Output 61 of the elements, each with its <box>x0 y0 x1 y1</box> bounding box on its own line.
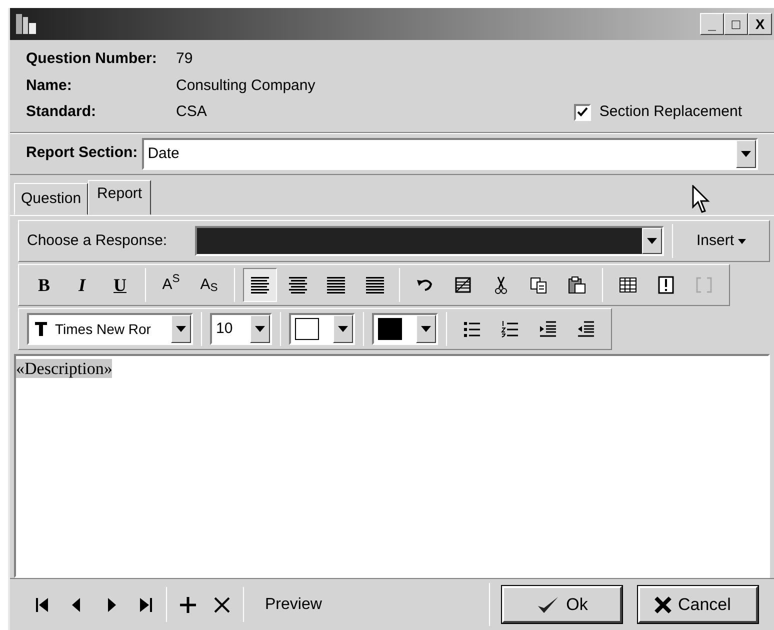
dropdown-arrow-icon <box>741 150 751 156</box>
justify-icon <box>326 275 346 295</box>
field-label: Report Section: <box>26 143 138 164</box>
checkmark-icon <box>577 107 588 118</box>
description-placeholder: «Description» <box>16 359 112 378</box>
preview-button[interactable]: Preview <box>248 588 339 622</box>
numbered-list-icon <box>500 319 520 339</box>
outdent-icon <box>576 319 596 339</box>
dropdown-arrow-icon <box>338 326 348 332</box>
superscript-button[interactable]: A$^{S}$ <box>154 268 188 302</box>
minimize-button[interactable]: _ <box>700 13 724 35</box>
bullet-list-icon <box>462 319 482 339</box>
align-left-icon <box>250 275 270 295</box>
font-size-dropdown[interactable]: 10 <box>210 313 272 345</box>
field-label: Name: <box>26 76 73 96</box>
cancel-icon <box>654 596 672 614</box>
indent-icon <box>538 319 558 339</box>
dropdown-arrow-icon <box>255 326 265 332</box>
paste-icon <box>567 275 587 295</box>
copy-icon <box>529 275 549 295</box>
checkbox[interactable] <box>574 104 592 121</box>
field-value: CSA <box>176 102 207 122</box>
app-icon <box>14 13 38 35</box>
cancel-button[interactable]: Cancel <box>638 586 758 624</box>
field-value: 79 <box>176 49 193 69</box>
caret-icon <box>738 238 746 244</box>
highlight-color-picker[interactable] <box>289 313 355 345</box>
report-section-dropdown[interactable]: Date <box>142 138 758 170</box>
checkbox-label: Section Replacement <box>599 102 742 122</box>
align-button[interactable] <box>243 268 277 302</box>
dropdown-arrow-icon <box>176 326 186 332</box>
dropdown-arrow-icon <box>647 238 658 244</box>
insert-field-icon <box>656 275 676 295</box>
field-label: Standard: <box>26 102 98 122</box>
insert-menu-button[interactable]: Insert <box>681 224 761 258</box>
response-dropdown[interactable] <box>195 226 664 256</box>
bold-button[interactable]: B <box>27 268 61 302</box>
align-right-icon <box>364 275 384 295</box>
dropdown-arrow-icon <box>421 326 431 332</box>
cursor-icon <box>692 185 712 215</box>
add-icon <box>178 594 198 614</box>
field-value: Consulting Company <box>176 76 316 96</box>
field-label: Question Number: <box>26 49 158 69</box>
delete-icon <box>212 594 232 614</box>
close-button[interactable]: X <box>748 13 772 35</box>
field-bracket-icon <box>694 275 714 295</box>
checkmark-icon <box>536 594 560 614</box>
italic-button[interactable]: I <box>65 268 99 302</box>
align-center-icon <box>288 275 308 295</box>
underline-button[interactable]: U <box>103 268 137 302</box>
text-editor[interactable]: «Description» <box>14 354 770 578</box>
table-icon <box>618 275 638 295</box>
font-color-picker[interactable] <box>372 313 438 345</box>
subscript-button[interactable]: A$_{S}$ <box>192 268 226 302</box>
ok-button[interactable]: Ok <box>502 586 622 624</box>
font-dropdown[interactable]: Times New Ror <box>27 313 193 345</box>
maximize-button[interactable]: □ <box>724 13 748 35</box>
field-label: Choose a Response: <box>27 230 168 251</box>
tab[interactable]: Report <box>88 180 152 215</box>
clear-format-icon <box>453 275 473 295</box>
tab[interactable]: Question <box>14 182 88 215</box>
